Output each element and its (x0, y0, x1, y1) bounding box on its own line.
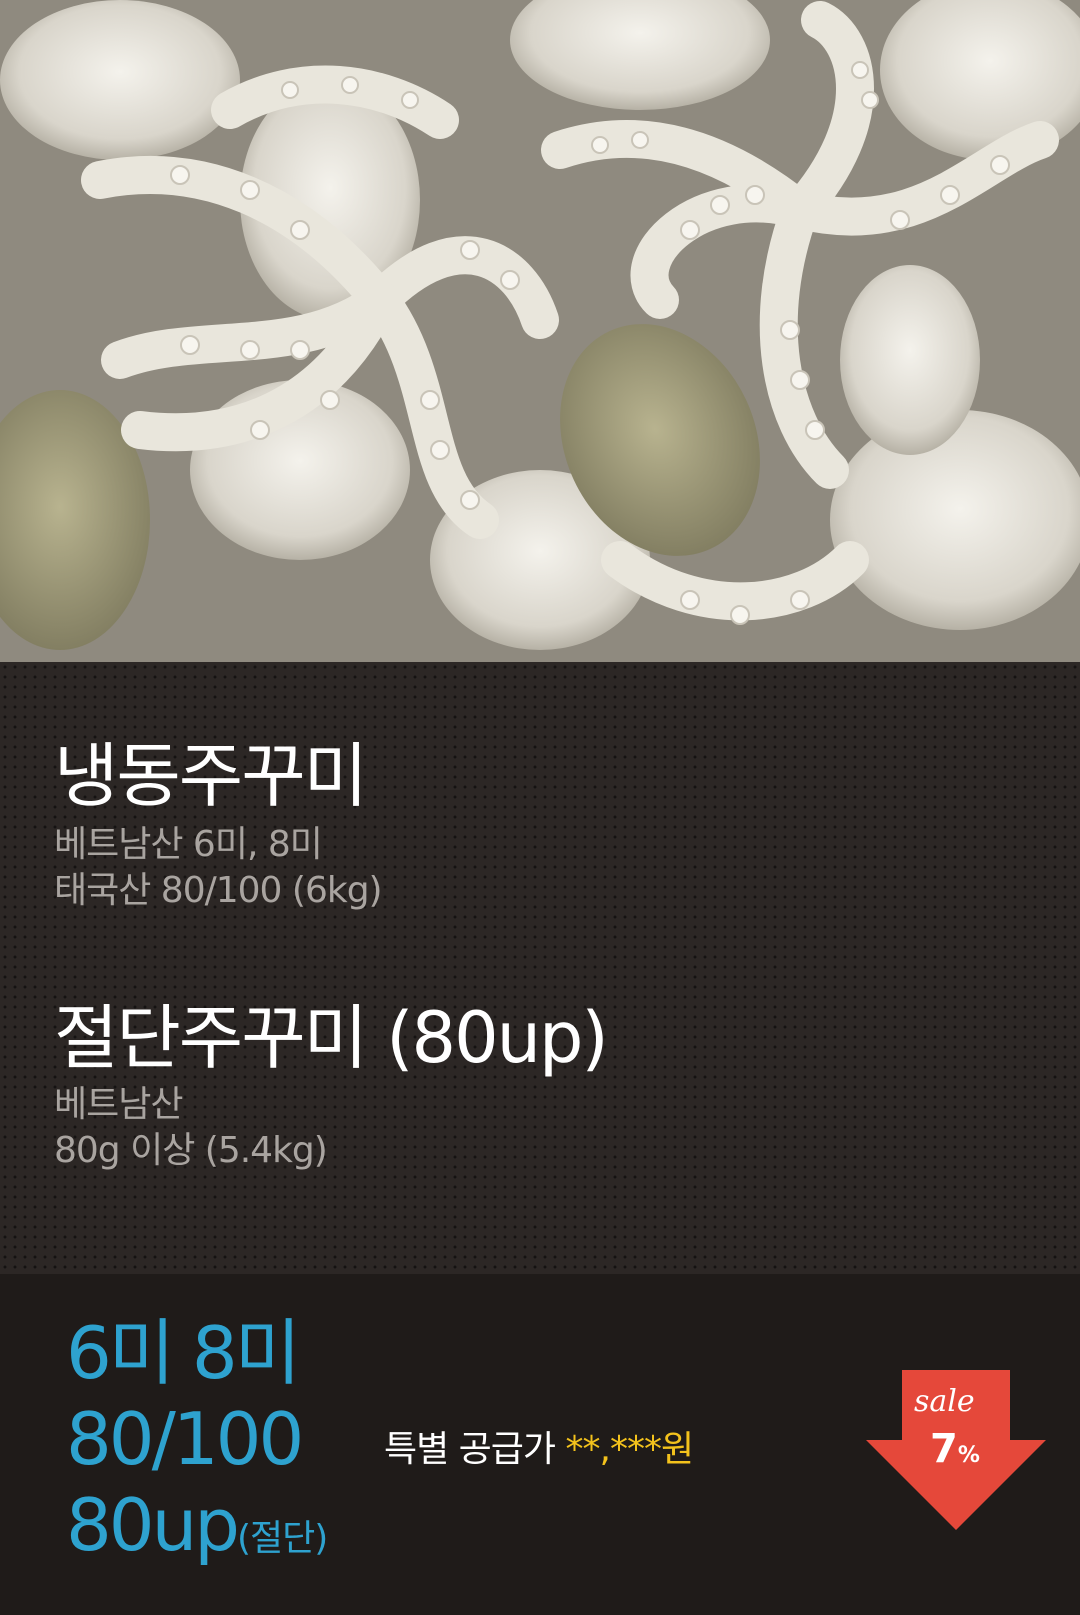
origin-line: 태국산 80/100 (6kg) (54, 870, 383, 911)
size-options: 6미 8미 80/100 80up(절단) (66, 1310, 328, 1582)
product-title-frozen: 냉동주꾸미 (54, 735, 368, 817)
size-option-label: 80up (66, 1483, 240, 1567)
product-description-cut: 베트남산 80g 이상 (5.4kg) (54, 1082, 328, 1174)
product-title-cut: 절단주꾸미 (80up) (54, 997, 609, 1079)
product-photo (0, 0, 1080, 662)
product-description-frozen: 베트남산 6미, 8미 태국산 80/100 (6kg) (54, 822, 383, 914)
sale-percent-value: 7 (930, 1426, 958, 1472)
size-option: 80/100 (66, 1397, 304, 1481)
octopus-image (0, 0, 1080, 662)
sale-badge: sale 7% (866, 1370, 1046, 1530)
sale-word: sale (914, 1384, 975, 1419)
sale-percent: 7% (930, 1426, 980, 1472)
size-option: 80up(절단) (66, 1482, 328, 1582)
special-price: 특별 공급가 **,***원 (384, 1420, 694, 1472)
size-option: 6미 8미 (66, 1311, 301, 1395)
product-info-panel: 냉동주꾸미 베트남산 6미, 8미 태국산 80/100 (6kg) 절단주꾸미… (0, 662, 1080, 1274)
origin-line: 베트남산 6미, 8미 (54, 824, 323, 865)
special-price-label: 특별 공급가 (384, 1429, 556, 1470)
special-price-value: **,*** (565, 1429, 662, 1470)
weight-line: 80g 이상 (5.4kg) (54, 1130, 328, 1171)
special-price-unit: 원 (660, 1429, 694, 1470)
product-page: 냉동주꾸미 베트남산 6미, 8미 태국산 80/100 (6kg) 절단주꾸미… (0, 0, 1080, 1615)
origin-line: 베트남산 (54, 1084, 183, 1125)
price-panel: 6미 8미 80/100 80up(절단) 특별 공급가 **,***원 sal… (0, 1274, 1080, 1615)
size-option-suffix: (절단) (236, 1518, 328, 1559)
sale-percent-unit: % (957, 1443, 980, 1468)
